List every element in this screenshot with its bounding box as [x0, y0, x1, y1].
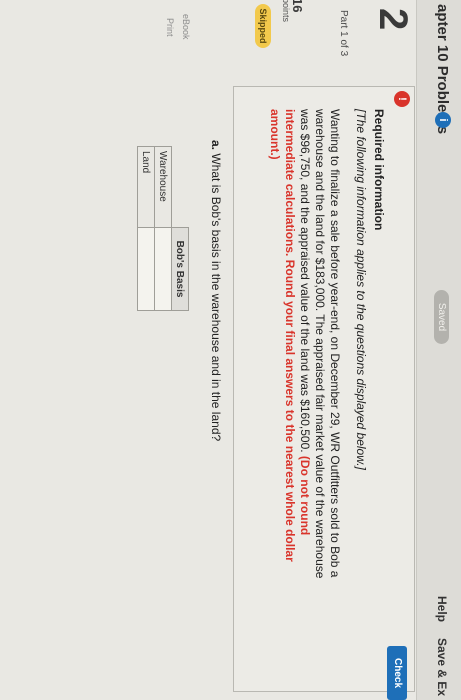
ebook-link[interactable]: eBook [181, 14, 191, 40]
saved-status-badge: Saved [434, 290, 449, 344]
points-value: 16 [290, 0, 305, 13]
part-indicator: Part 1 of 3 [338, 10, 349, 57]
screen: apter 10 Problems i Saved Help Save & Ex… [0, 0, 461, 700]
skipped-badge: Skipped [255, 4, 271, 48]
header-bar: apter 10 Problems i Saved Help Save & Ex [416, 0, 461, 700]
question-prefix: a. [209, 140, 223, 151]
land-basis-input[interactable] [139, 228, 153, 310]
table-row: Land [137, 146, 155, 311]
required-info-body: Wanting to finalize a sale before year-e… [267, 109, 342, 579]
table-row: Warehouse [154, 146, 172, 311]
check-button[interactable]: Check [387, 646, 407, 700]
row-label-land: Land [137, 146, 155, 228]
save-exit-button[interactable]: Save & Ex [435, 638, 449, 696]
land-basis-cell [137, 227, 155, 311]
required-information-panel: ! Required information [The following in… [233, 86, 415, 692]
info-icon[interactable]: i [435, 112, 451, 128]
table-header-row: Bob's Basis [171, 146, 189, 311]
answer-table: Bob's Basis Warehouse Land [137, 146, 189, 311]
help-link[interactable]: Help [435, 596, 449, 622]
required-info-note: [The following information applies to th… [354, 109, 368, 470]
points-label: points [281, 0, 291, 23]
required-info-title: Required information [372, 109, 386, 231]
question-text: a. What is Bob's basis in the warehouse … [209, 140, 223, 441]
question-number: 2 [371, 8, 415, 31]
question-body: What is Bob's basis in the warehouse and… [209, 153, 223, 442]
table-corner-cell [171, 146, 189, 228]
alert-icon: ! [394, 91, 410, 107]
column-header-bobs-basis: Bob's Basis [171, 227, 189, 311]
warehouse-basis-input[interactable] [156, 228, 170, 310]
row-label-warehouse: Warehouse [154, 146, 172, 228]
print-link[interactable]: Print [165, 18, 175, 37]
warehouse-basis-cell [154, 227, 172, 311]
